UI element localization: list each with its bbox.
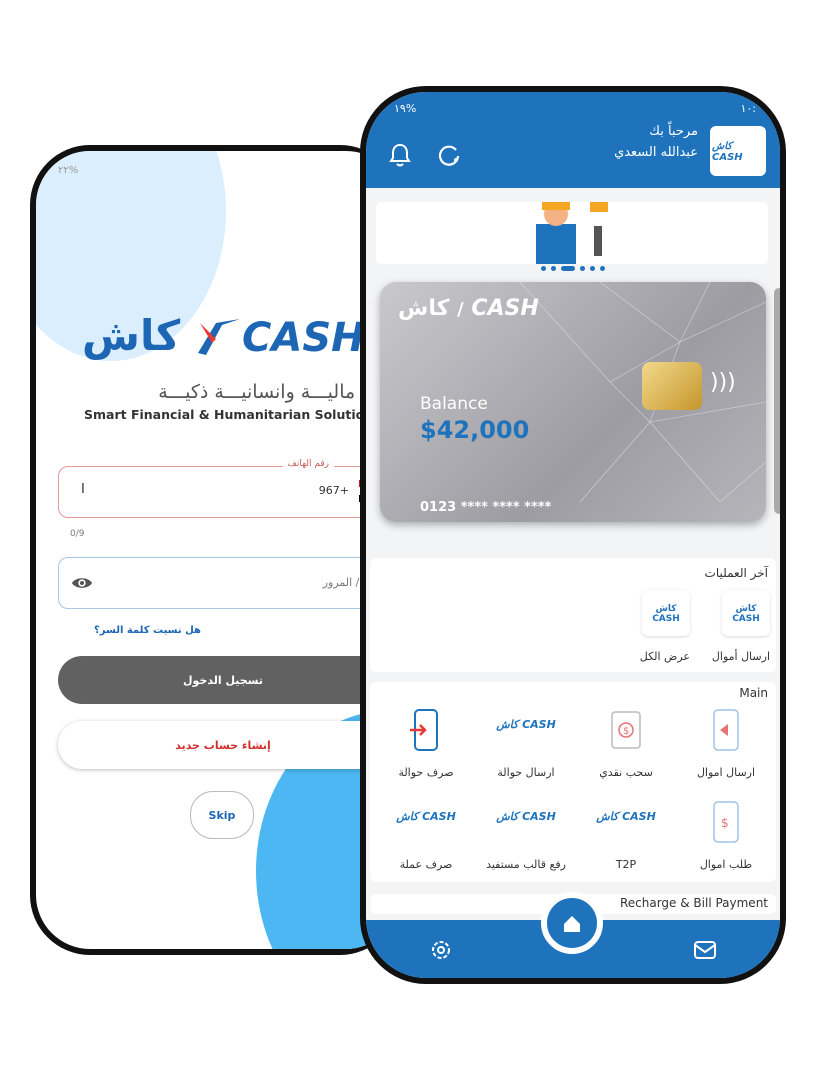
service-receive-transfer[interactable]: صرف حوالة <box>376 700 476 784</box>
service-request-money[interactable]: $ طلب اموال <box>676 792 776 876</box>
bell-icon[interactable] <box>388 142 412 168</box>
balance-card[interactable]: كاش / CASH ))) Balance $42,000 0123 ****… <box>380 282 766 522</box>
balance-value: $42,000 <box>420 416 530 444</box>
forgot-password-link[interactable]: هل نسيت كلمة السر؟ <box>94 625 201 636</box>
skip-button[interactable]: Skip <box>190 791 254 839</box>
service-send-transfer[interactable]: كاش CASH ارسال حوالة <box>476 700 576 784</box>
service-upload-beneficiary[interactable]: كاش CASH رفع قالب مستفيد <box>476 792 576 876</box>
tagline-arabic: حلــول ماليـــة وانسانيـــة ذكيـــة <box>158 381 400 403</box>
recent-transactions: آخر العمليات كاش CASH كاش CASH ارسال أمو… <box>370 558 776 672</box>
login-screen: ٢٢% ▾ ▮ كاش CASH حلــول ماليـــة وانساني… <box>36 151 400 949</box>
recent-item-logo[interactable]: كاش CASH <box>722 590 770 636</box>
view-all-logo[interactable]: كاش CASH <box>642 590 690 636</box>
login-phone-frame: ٢٢% ▾ ▮ كاش CASH حلــول ماليـــة وانساني… <box>30 145 400 955</box>
welcome-block: مرحباً بك عبدالله السعدي <box>614 124 698 160</box>
clock-text: ١٠: <box>740 102 756 115</box>
cash-logo: كاش CASH <box>396 810 456 823</box>
cash-logo: كاش CASH <box>82 311 365 361</box>
request-money-icon: $ <box>713 801 739 843</box>
settings-icon[interactable] <box>428 937 454 963</box>
cash-logo: كاش CASH <box>496 810 556 823</box>
phone-label: رقم الهاتف <box>282 459 334 469</box>
svg-text:$: $ <box>623 726 629 737</box>
carousel-dots[interactable] <box>366 266 780 271</box>
card-number: 0123 **** **** **** <box>420 500 552 515</box>
login-button[interactable]: تسجيل الدخول <box>58 656 388 704</box>
logo-swoosh-icon <box>198 319 240 355</box>
phone-number-field[interactable]: رقم الهاتف I 967+ <box>58 459 390 518</box>
home-button[interactable] <box>541 892 603 954</box>
main-services: Main ارسال اموال $ سحب نقدي كاش CASH ارس… <box>370 682 776 882</box>
service-cash-withdraw[interactable]: $ سحب نقدي <box>576 700 676 784</box>
header-logo: كاش CASH <box>710 126 766 176</box>
home-icon <box>564 916 580 932</box>
next-card-peek[interactable] <box>774 288 780 514</box>
welcome-text: مرحباً بك <box>649 124 698 139</box>
phone-transfer-icon <box>410 709 438 751</box>
messages-icon[interactable] <box>692 937 718 963</box>
phone-send-icon <box>713 709 739 751</box>
status-bar: ٢٢% ▾ ▮ <box>58 165 388 179</box>
battery-text: ١٩% <box>394 102 417 115</box>
create-account-button[interactable]: إنشاء حساب جديد <box>58 721 388 769</box>
app-header: ١٩% ١٠: مرحباً بك عبدالله السعدي كاش CAS… <box>366 92 780 188</box>
service-currency-exchange[interactable]: كاش CASH صرف عملة <box>376 792 476 876</box>
phone-input-cursor[interactable]: I <box>81 482 85 497</box>
contactless-icon: ))) <box>710 370 736 395</box>
balance-label: Balance <box>420 394 488 414</box>
char-counter: 0/9 <box>70 529 85 539</box>
cash-logo: كاش CASH <box>496 718 556 731</box>
pin-field[interactable]: المرور / PIN <box>58 557 390 609</box>
eye-icon[interactable] <box>71 572 93 594</box>
card-logo: كاش / CASH <box>398 296 539 321</box>
view-all-link[interactable]: عرض الكل <box>640 650 690 663</box>
cash-logo: كاش CASH <box>596 810 656 823</box>
country-code: 967+ <box>318 484 349 497</box>
tagline-english: Smart Financial & Humanitarian Solutions <box>84 407 381 422</box>
worker-illustration <box>536 202 608 264</box>
card-chip-icon <box>642 362 702 410</box>
service-t2p[interactable]: كاش CASH T2P <box>576 792 676 876</box>
status-bar: ١٩% ١٠: <box>394 102 756 115</box>
recent-item-label[interactable]: ارسال أموال <box>712 650 770 663</box>
home-phone-frame: ١٩% ١٠: مرحباً بك عبدالله السعدي كاش CAS… <box>360 86 786 984</box>
recharge-title: Recharge & Bill Payment <box>619 896 768 910</box>
service-send-money[interactable]: ارسال اموال <box>676 700 776 784</box>
recent-title: آخر العمليات <box>704 566 768 580</box>
battery-text: ٢٢% <box>58 165 79 176</box>
refresh-icon[interactable] <box>436 142 462 168</box>
user-name: عبدالله السعدي <box>614 145 698 160</box>
promo-banner[interactable] <box>376 202 768 264</box>
svg-text:$: $ <box>721 816 729 830</box>
main-title: Main <box>739 686 768 700</box>
home-screen: ١٩% ١٠: مرحباً بك عبدالله السعدي كاش CAS… <box>366 92 780 978</box>
cash-withdraw-icon: $ <box>611 711 641 749</box>
